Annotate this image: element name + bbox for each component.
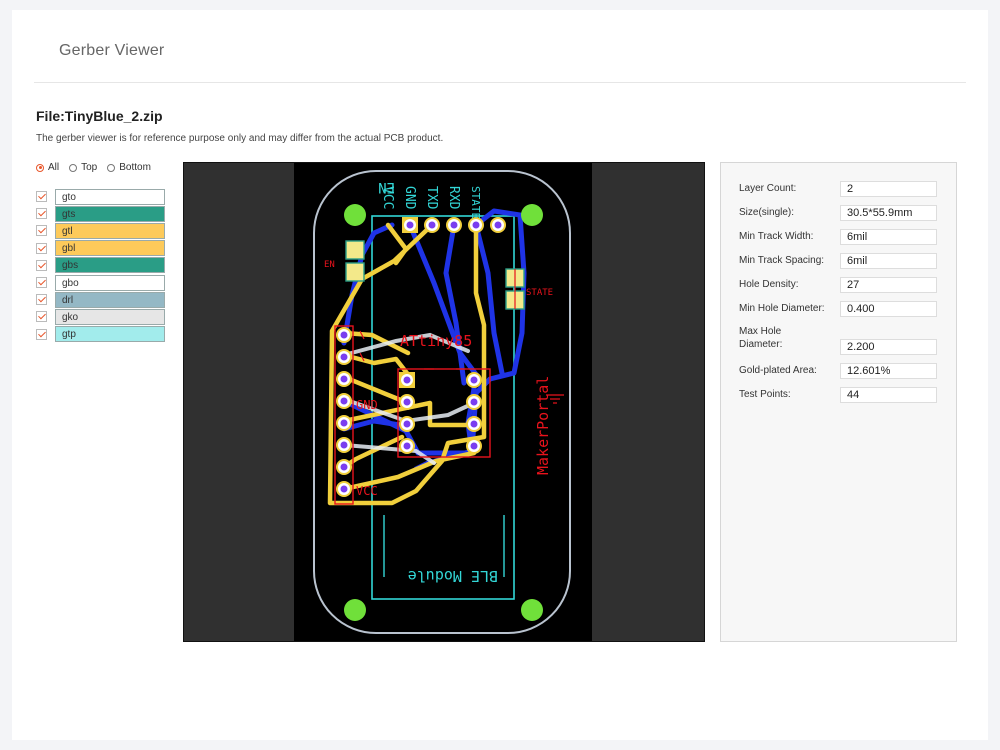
info-value: 30.5*55.9mm — [840, 205, 937, 221]
info-label: Min Track Spacing: — [739, 255, 825, 266]
page-title: Gerber Viewer — [59, 42, 165, 59]
info-label: Size(single): — [739, 207, 795, 218]
radio-top[interactable]: Top — [69, 162, 97, 173]
layer-row: gko — [36, 308, 165, 325]
layer-checkbox[interactable] — [36, 191, 47, 203]
file-title: File:TinyBlue_2.zip — [36, 108, 163, 124]
layer-checkbox[interactable] — [36, 208, 47, 220]
radio-bottom-label: Bottom — [119, 162, 151, 173]
info-label: Layer Count: — [739, 183, 797, 194]
radio-empty-icon — [69, 163, 78, 172]
info-label: Test Points: — [739, 389, 791, 400]
board-info-panel: Layer Count: 2 Size(single): 30.5*55.9mm… — [720, 162, 957, 642]
info-value: 6mil — [840, 229, 937, 245]
silk-gnd: GND — [356, 398, 378, 412]
layer-side-selector: All Top Bottom — [36, 162, 151, 173]
info-label: Max Hole Diameter: — [739, 326, 783, 350]
info-value: 2.200 — [840, 339, 937, 355]
layer-checkbox[interactable] — [36, 294, 47, 306]
info-label: Min Hole Diameter: — [739, 303, 825, 314]
silk-rxd-pin: RXD — [446, 186, 461, 210]
info-label: Min Track Width: — [739, 231, 814, 242]
radio-empty-icon — [107, 163, 116, 172]
layer-checkbox[interactable] — [36, 259, 47, 271]
layer-checkbox[interactable] — [36, 242, 47, 254]
layer-checkbox[interactable] — [36, 311, 47, 323]
info-label: Hole Density: — [739, 279, 799, 290]
radio-bottom[interactable]: Bottom — [107, 162, 151, 173]
layer-chip-gbs[interactable]: gbs — [55, 257, 165, 274]
silk-state-pin: STATE — [469, 186, 482, 219]
silk-en-jumper: EN — [324, 260, 335, 270]
layer-checkbox[interactable] — [36, 277, 47, 289]
layer-chip-gts[interactable]: gts — [55, 205, 165, 222]
info-value: 27 — [840, 277, 937, 293]
radio-all[interactable]: All — [36, 162, 59, 173]
silk-vcc: VCC — [356, 484, 378, 498]
silk-makerportal: MakerPortal — [534, 376, 552, 475]
layer-row: drl — [36, 291, 165, 308]
layer-chip-gtp[interactable]: gtp — [55, 326, 165, 343]
radio-all-label: All — [48, 162, 60, 173]
layer-chip-gto[interactable]: gto — [55, 188, 165, 205]
silk-ble-module: BLE Module — [408, 567, 498, 585]
radio-top-label: Top — [81, 162, 98, 173]
pcb-viewer-canvas[interactable]: EN VCC GND TXD RXD STATE EN STATE ATtiny… — [183, 162, 705, 642]
radio-selected-icon — [36, 163, 44, 172]
info-value: 12.601% — [840, 363, 937, 379]
layer-row: gts — [36, 205, 165, 222]
info-value: 44 — [840, 387, 937, 403]
layer-row: gbo — [36, 274, 165, 291]
info-value: 2 — [840, 181, 937, 197]
gerber-viewer-card: Gerber Viewer File:TinyBlue_2.zip The ge… — [12, 10, 988, 740]
silk-vcc-pin: VCC — [380, 186, 395, 209]
info-value: 6mil — [840, 253, 937, 269]
layer-chip-gtl[interactable]: gtl — [55, 222, 165, 239]
layer-chip-drl[interactable]: drl — [55, 291, 165, 308]
pcb-render: EN VCC GND TXD RXD STATE EN STATE ATtiny… — [294, 163, 592, 641]
layer-row: gtl — [36, 222, 165, 239]
silk-state-jumper: STATE — [526, 288, 553, 298]
info-label: Gold-plated Area: — [739, 365, 817, 376]
silk-attiny85: ATtiny85 — [400, 332, 472, 350]
layer-checkbox[interactable] — [36, 328, 47, 340]
silk-txd-pin: TXD — [424, 186, 439, 210]
disclaimer-text: The gerber viewer is for reference purpo… — [36, 133, 444, 144]
layer-row: gbs — [36, 257, 165, 274]
layer-checkbox[interactable] — [36, 225, 47, 237]
layer-chip-gbl[interactable]: gbl — [55, 240, 165, 257]
info-value: 0.400 — [840, 301, 937, 317]
layer-row: gto — [36, 188, 165, 205]
silk-gnd-pin: GND — [402, 186, 417, 210]
layer-row: gbl — [36, 240, 165, 257]
header-divider — [34, 82, 966, 83]
layer-chip-gbo[interactable]: gbo — [55, 274, 165, 291]
layer-row: gtp — [36, 326, 165, 343]
layer-list: gto gts gtl gbl gbs gbo drl gko gtp — [36, 188, 165, 343]
layer-chip-gko[interactable]: gko — [55, 308, 165, 325]
